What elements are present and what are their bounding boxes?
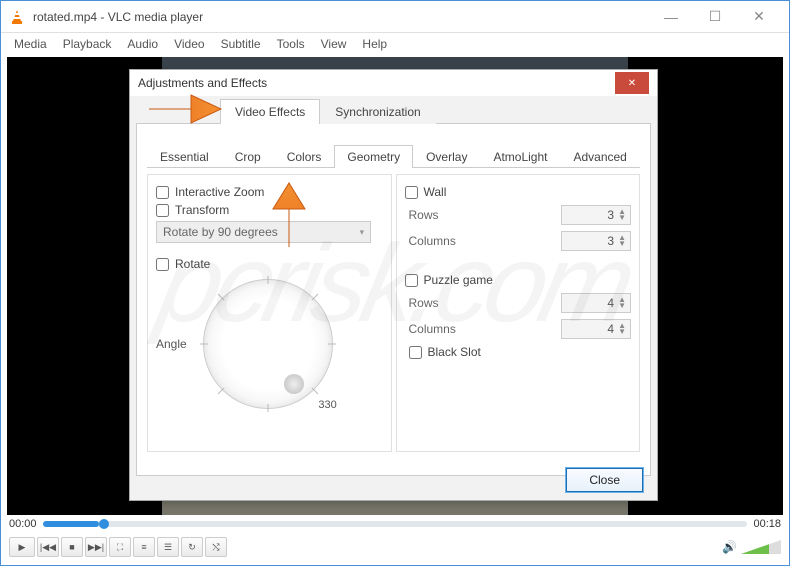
wall-cols-spinner[interactable]: 3▲▼ <box>561 231 631 251</box>
tab-advanced[interactable]: Advanced <box>560 145 639 168</box>
menubar: Media Playback Audio Video Subtitle Tool… <box>1 33 789 55</box>
volume-slider[interactable] <box>741 540 781 554</box>
maximize-button[interactable]: ☐ <box>693 3 737 31</box>
left-panel: Interactive Zoom Transform Rotate by 90 … <box>147 174 392 452</box>
loop-button[interactable]: ↻ <box>181 537 203 557</box>
menu-video[interactable]: Video <box>167 35 211 53</box>
dialog-close-button[interactable]: ✕ <box>615 72 649 94</box>
seek-track[interactable] <box>43 521 748 527</box>
fullscreen-button[interactable]: ⛶ <box>109 537 131 557</box>
tab-atmolight[interactable]: AtmoLight <box>480 145 560 168</box>
rotate-checkbox[interactable]: Rotate <box>156 257 383 271</box>
tab-overlay[interactable]: Overlay <box>413 145 480 168</box>
main-tabs: Video Effects Synchronization <box>136 98 651 124</box>
sub-tabs: Essential Crop Colors Geometry Overlay A… <box>147 144 640 168</box>
minimize-button[interactable]: — <box>649 3 693 31</box>
puzzle-cols-spinner[interactable]: 4▲▼ <box>561 319 631 339</box>
menu-view[interactable]: View <box>314 35 354 53</box>
dialog-close-footer-button[interactable]: Close <box>566 468 643 492</box>
menu-tools[interactable]: Tools <box>270 35 312 53</box>
playlist-button[interactable]: ☰ <box>157 537 179 557</box>
transform-select[interactable]: Rotate by 90 degrees▾ <box>156 221 371 243</box>
interactive-zoom-checkbox[interactable]: Interactive Zoom <box>156 185 383 199</box>
menu-audio[interactable]: Audio <box>120 35 165 53</box>
tab-synchronization[interactable]: Synchronization <box>320 99 435 124</box>
prev-button[interactable]: |◀◀ <box>37 537 59 557</box>
wall-rows-spinner[interactable]: 3▲▼ <box>561 205 631 225</box>
wall-checkbox[interactable]: Wall <box>405 185 632 199</box>
puzzle-rows-label: Rows <box>409 296 439 310</box>
random-button[interactable]: ⤭ <box>205 537 227 557</box>
window-title: rotated.mp4 - VLC media player <box>33 10 649 24</box>
puzzle-checkbox[interactable]: Puzzle game <box>405 273 632 287</box>
tab-essential[interactable]: Essential <box>147 145 222 168</box>
titlebar: rotated.mp4 - VLC media player — ☐ ✕ <box>1 1 789 33</box>
menu-playback[interactable]: Playback <box>56 35 119 53</box>
stop-button[interactable]: ■ <box>61 537 83 557</box>
transform-checkbox[interactable]: Transform <box>156 203 383 217</box>
extended-button[interactable]: ≡ <box>133 537 155 557</box>
wall-rows-label: Rows <box>409 208 439 222</box>
angle-knob[interactable] <box>203 279 333 409</box>
puzzle-cols-label: Columns <box>409 322 456 336</box>
main-window: rotated.mp4 - VLC media player — ☐ ✕ Med… <box>0 0 790 566</box>
menu-media[interactable]: Media <box>7 35 54 53</box>
vlc-icon <box>9 9 25 25</box>
dialog-title: Adjustments and Effects <box>138 76 267 90</box>
wall-cols-label: Columns <box>409 234 456 248</box>
seek-bar: 00:00 00:18 <box>9 517 781 531</box>
time-total: 00:18 <box>753 518 781 530</box>
playback-controls: ▶ |◀◀ ■ ▶▶| ⛶ ≡ ☰ ↻ ⤭ 🔊 <box>9 535 781 559</box>
time-current: 00:00 <box>9 518 37 530</box>
tab-video-effects[interactable]: Video Effects <box>220 99 320 124</box>
play-button[interactable]: ▶ <box>9 537 35 557</box>
close-window-button[interactable]: ✕ <box>737 3 781 31</box>
puzzle-rows-spinner[interactable]: 4▲▼ <box>561 293 631 313</box>
menu-subtitle[interactable]: Subtitle <box>214 35 268 53</box>
dialog-content: Essential Crop Colors Geometry Overlay A… <box>136 124 651 476</box>
angle-value: 330 <box>318 399 336 411</box>
effects-dialog: Adjustments and Effects ✕ Video Effects … <box>129 69 658 501</box>
tab-colors[interactable]: Colors <box>274 145 335 168</box>
angle-label: Angle <box>156 337 187 351</box>
tab-geometry[interactable]: Geometry <box>334 145 413 168</box>
black-slot-checkbox[interactable]: Black Slot <box>409 345 632 359</box>
tab-crop[interactable]: Crop <box>222 145 274 168</box>
menu-help[interactable]: Help <box>355 35 394 53</box>
dialog-titlebar: Adjustments and Effects ✕ <box>130 70 657 96</box>
right-panel: Wall Rows 3▲▼ Columns 3▲▼ Puzzle game Rows… <box>396 174 641 452</box>
speaker-icon[interactable]: 🔊 <box>722 540 737 554</box>
next-button[interactable]: ▶▶| <box>85 537 107 557</box>
